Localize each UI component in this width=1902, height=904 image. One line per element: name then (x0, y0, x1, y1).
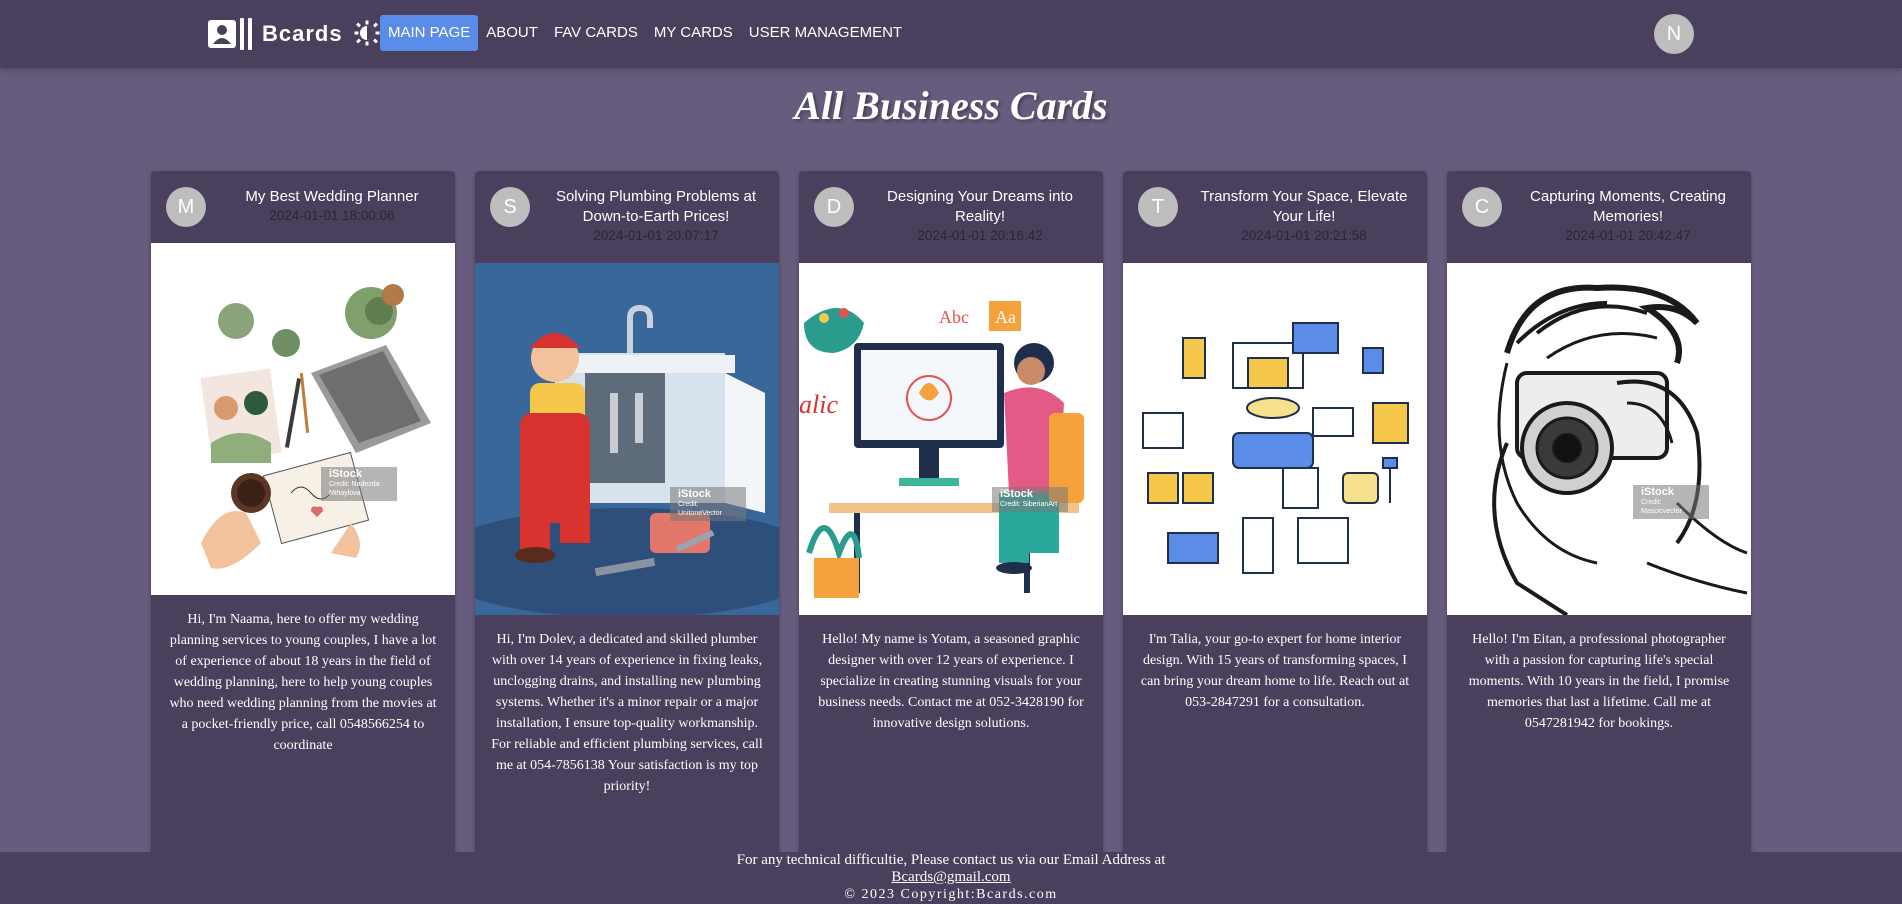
footer-email-link[interactable]: Bcards@gmail.com (0, 869, 1902, 886)
card-date: 2024-01-01 20:07:17 (593, 228, 719, 243)
card-avatar: S (490, 187, 530, 227)
watermark-credit: Credit: Nadezda Mihaylova (329, 481, 380, 497)
card-description: I'm Talia, your go-to expert for home in… (1140, 632, 1410, 710)
card-avatar: C (1462, 187, 1502, 227)
card-title: Designing Your Dreams into Reality! (887, 188, 1073, 225)
istock-watermark: iStock Credit: Nadezda Mihaylova (321, 467, 397, 501)
theme-toggle-icon[interactable] (354, 20, 380, 46)
watermark-text: iStock (1000, 488, 1034, 500)
card-date: 2024-01-01 20:21:58 (1241, 228, 1367, 243)
card-title: Transform Your Space, Elevate Your Life! (1200, 188, 1408, 225)
business-card[interactable]: D Designing Your Dreams into Reality! 20… (799, 171, 1103, 871)
nav-links: MAIN PAGE ABOUT FAV CARDS MY CARDS USER … (380, 15, 910, 51)
svg-text:Aa: Aa (995, 307, 1016, 327)
card-image[interactable]: iStock Credit: Mascicvector (1447, 263, 1751, 615)
page-title: All Business Cards (794, 83, 1108, 128)
watermark-credit: Credit: UnitoneVector (678, 501, 722, 517)
nav-main-page[interactable]: MAIN PAGE (380, 15, 479, 51)
card-description: Hi, I'm Dolev, a dedicated and skilled p… (491, 632, 763, 794)
nav-user-management[interactable]: USER MANAGEMENT (741, 15, 910, 51)
navbar: Bcards MAIN PAGE ABOUT FAV CARDS MY CARD… (0, 0, 1902, 68)
nav-my-cards[interactable]: MY CARDS (646, 15, 741, 51)
svg-text:Abc: Abc (939, 307, 969, 327)
istock-watermark: iStock Credit: Mascicvector (1633, 485, 1709, 519)
nav-about[interactable]: ABOUT (478, 15, 546, 51)
istock-watermark: iStock Credit: SiberianArt (992, 487, 1068, 512)
svg-text:alic: alic (799, 390, 838, 419)
user-avatar[interactable]: N (1654, 14, 1694, 54)
brand-name: Bcards (262, 21, 343, 46)
card-title: My Best Wedding Planner (245, 188, 419, 205)
watermark-text: iStock (678, 488, 712, 500)
watermark-text: iStock (329, 468, 363, 480)
watermark-text: iStock (1641, 486, 1675, 498)
business-card[interactable]: T Transform Your Space, Elevate Your Lif… (1123, 171, 1427, 871)
footer-contact-text: For any technical difficultie, Please co… (736, 852, 1166, 868)
card-description: Hello! I'm Eitan, a professional photogr… (1468, 632, 1730, 731)
footer-copyright: © 2023 Copyright:Bcards.com (844, 887, 1058, 902)
footer: For any technical difficultie, Please co… (0, 852, 1902, 904)
card-image[interactable]: iStock Credit: Nadezda Mihaylova (151, 243, 455, 595)
business-card[interactable]: S Solving Plumbing Problems at Down-to-E… (475, 171, 779, 871)
card-image[interactable] (1123, 263, 1427, 615)
card-avatar: T (1138, 187, 1178, 227)
card-image[interactable]: Abc Aa alic iStock Credit: SiberianArt (799, 263, 1103, 615)
card-date: 2024-01-01 20:16:42 (917, 228, 1043, 243)
card-avatar: D (814, 187, 854, 227)
brand[interactable]: Bcards (208, 17, 343, 51)
card-description: Hi, I'm Naama, here to offer my wedding … (169, 612, 437, 753)
card-description: Hello! My name is Yotam, a seasoned grap… (818, 632, 1084, 731)
istock-watermark: iStock Credit: UnitoneVector (670, 487, 746, 521)
card-image[interactable]: iStock Credit: UnitoneVector (475, 263, 779, 615)
card-title: Solving Plumbing Problems at Down-to-Ear… (555, 188, 757, 225)
business-card[interactable]: C Capturing Moments, Creating Memories! … (1447, 171, 1751, 871)
nav-fav-cards[interactable]: FAV CARDS (546, 15, 646, 51)
business-card[interactable]: M My Best Wedding Planner 2024-01-01 18:… (151, 171, 455, 871)
card-date: 2024-01-01 20:42:47 (1565, 228, 1691, 243)
card-date: 2024-01-01 18:00:06 (269, 208, 395, 223)
watermark-credit: Credit: Mascicvector (1641, 499, 1682, 515)
watermark-credit: Credit: SiberianArt (1000, 501, 1058, 508)
card-title: Capturing Moments, Creating Memories! (1530, 188, 1726, 225)
contact-card-icon (208, 18, 252, 50)
card-avatar: M (166, 187, 206, 227)
